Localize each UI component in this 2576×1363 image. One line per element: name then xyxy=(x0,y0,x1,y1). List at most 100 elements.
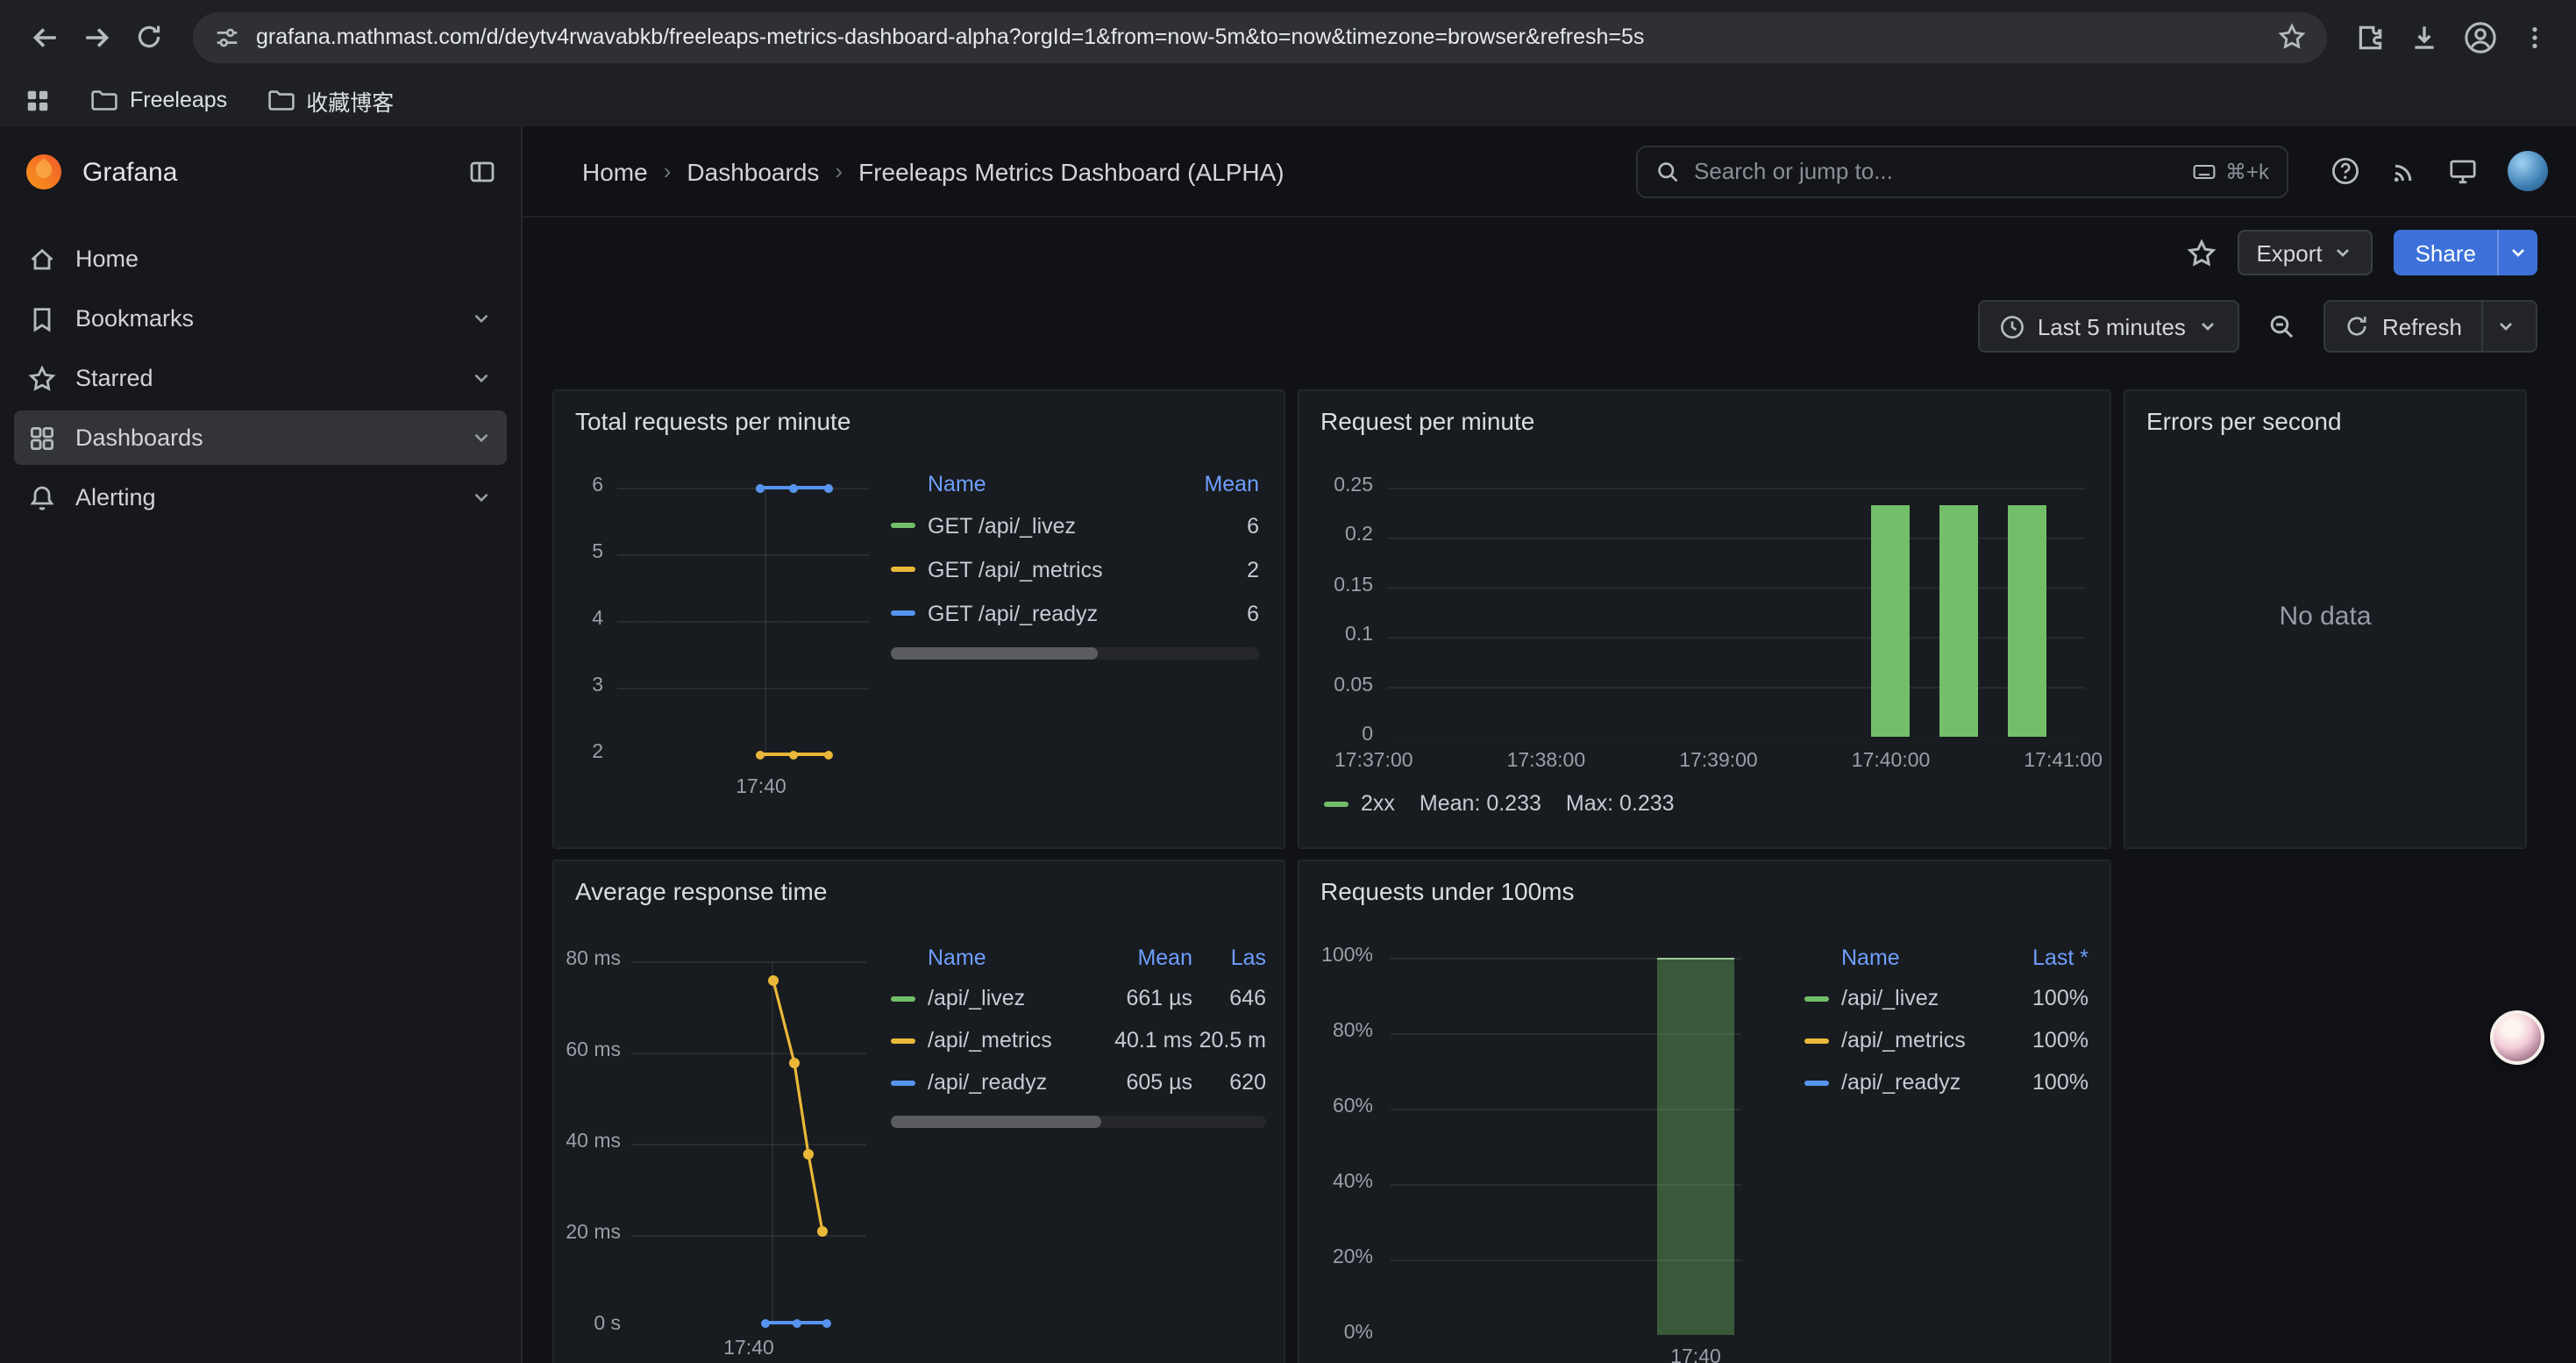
series-name[interactable]: /api/_readyz xyxy=(928,1070,1101,1095)
legend-row[interactable]: GET /api/_livez 6 xyxy=(891,503,1259,547)
time-range-picker[interactable]: Last 5 minutes xyxy=(1978,300,2240,353)
legend-name-header[interactable]: Name xyxy=(891,472,1168,496)
extensions-icon[interactable] xyxy=(2355,22,2385,52)
panel-title[interactable]: Requests under 100ms xyxy=(1299,861,2110,905)
chevron-down-icon xyxy=(2508,242,2529,263)
legend-row[interactable]: GET /api/_readyz 6 xyxy=(891,591,1259,635)
scrollbar-thumb[interactable] xyxy=(891,1116,1101,1128)
search-input[interactable]: Search or jump to... ⌘+k xyxy=(1636,145,2288,197)
legend-row[interactable]: /api/_readyz 605 µs 620 xyxy=(891,1061,1266,1103)
legend-row[interactable]: /api/_livez 661 µs 646 xyxy=(891,977,1266,1019)
x-tick: 17:40:00 xyxy=(1852,751,1931,772)
zoom-out-button[interactable] xyxy=(2258,302,2307,351)
sidebar-item-dashboards[interactable]: Dashboards xyxy=(14,410,507,465)
refresh-interval-caret[interactable] xyxy=(2481,302,2516,351)
sidebar-item-alerting[interactable]: Alerting xyxy=(14,470,507,525)
refresh-label: Refresh xyxy=(2382,313,2462,339)
reload-button[interactable] xyxy=(123,11,175,63)
monitor-icon[interactable] xyxy=(2448,156,2478,186)
profile-icon[interactable] xyxy=(2464,20,2497,54)
legend-mean-header[interactable]: Mean xyxy=(1168,472,1259,496)
series-name[interactable]: /api/_metrics xyxy=(928,1028,1101,1053)
series-mean: 6 xyxy=(1168,513,1259,538)
legend-scrollbar[interactable] xyxy=(891,647,1259,660)
sidebar-item-bookmarks[interactable]: Bookmarks xyxy=(14,291,507,346)
breadcrumb-dashboards[interactable]: Dashboards xyxy=(687,157,819,185)
rss-icon[interactable] xyxy=(2390,157,2418,185)
legend-row[interactable]: GET /api/_metrics 2 xyxy=(891,547,1259,591)
bar-plot xyxy=(1387,488,2085,737)
series-swatch xyxy=(891,1080,915,1085)
x-tick: 17:41:00 xyxy=(2024,751,2103,772)
panel-title[interactable]: Errors per second xyxy=(2125,391,2525,435)
favorite-star-icon[interactable] xyxy=(2186,238,2216,268)
refresh-button[interactable]: Refresh xyxy=(2324,300,2537,353)
download-icon[interactable] xyxy=(2409,22,2439,52)
legend-name-header[interactable]: Name xyxy=(1804,946,1997,970)
panel-title[interactable]: Request per minute xyxy=(1299,391,2110,435)
collapse-sidebar-icon[interactable] xyxy=(468,158,496,186)
legend-row[interactable]: 2xx xyxy=(1324,791,1395,816)
series-name[interactable]: GET /api/_livez xyxy=(928,513,1168,538)
series-name[interactable]: /api/_livez xyxy=(928,986,1101,1010)
share-main[interactable]: Share xyxy=(2395,230,2497,275)
series-swatch xyxy=(891,567,915,572)
y-tick: 0.1 xyxy=(1313,624,1373,646)
y-tick: 80% xyxy=(1313,1021,1373,1042)
series-mean: 2 xyxy=(1168,557,1259,582)
panel-title[interactable]: Average response time xyxy=(554,861,1284,905)
assistant-avatar[interactable] xyxy=(2490,1010,2544,1065)
legend-last-header[interactable]: Last * xyxy=(1997,946,2089,970)
chevron-down-icon[interactable] xyxy=(470,307,493,330)
series-name[interactable]: /api/_metrics xyxy=(1841,1028,1997,1053)
legend-row[interactable]: /api/_metrics 100% xyxy=(1804,1019,2089,1061)
legend-last-header[interactable]: Las xyxy=(1192,946,1266,970)
legend-scrollbar[interactable] xyxy=(891,1116,1266,1128)
y-tick: 80 ms xyxy=(561,949,621,970)
breadcrumb-home[interactable]: Home xyxy=(582,157,648,185)
grafana-logo-icon[interactable] xyxy=(25,153,63,191)
chevron-down-icon xyxy=(2495,316,2516,337)
bookmark-folder-freeleaps[interactable]: Freeleaps xyxy=(89,86,227,114)
back-button[interactable] xyxy=(18,11,70,63)
series-name[interactable]: 2xx xyxy=(1361,791,1395,816)
legend-name-header[interactable]: Name xyxy=(891,946,1101,970)
legend-row[interactable]: /api/_metrics 40.1 ms 20.5 m xyxy=(891,1019,1266,1061)
user-avatar[interactable] xyxy=(2508,151,2548,191)
legend-mean-header[interactable]: Mean xyxy=(1101,946,1192,970)
forward-icon xyxy=(82,22,111,52)
sidebar-item-starred[interactable]: Starred xyxy=(14,351,507,405)
series-name[interactable]: GET /api/_readyz xyxy=(928,601,1168,625)
series-last: 620 xyxy=(1192,1070,1266,1095)
chevron-down-icon[interactable] xyxy=(470,426,493,449)
share-caret[interactable] xyxy=(2497,230,2537,275)
panel-request-per-minute: Request per minute 0.25 0.2 0.15 0.1 0.0… xyxy=(1298,389,2111,849)
series-name[interactable]: /api/_livez xyxy=(1841,986,1997,1010)
sidebar-item-home[interactable]: Home xyxy=(14,232,507,286)
address-bar[interactable]: grafana.mathmast.com/d/deytv4rwavabkb/fr… xyxy=(193,11,2327,62)
series-name[interactable]: GET /api/_metrics xyxy=(928,557,1168,582)
legend-row[interactable]: /api/_readyz 100% xyxy=(1804,1061,2089,1103)
share-button[interactable]: Share xyxy=(2395,230,2537,275)
legend-header: Name Last * xyxy=(1804,938,2089,977)
bookmark-folder-blogs[interactable]: 收藏博客 xyxy=(266,83,394,117)
series-name[interactable]: /api/_readyz xyxy=(1841,1070,1997,1095)
panel-title[interactable]: Total requests per minute xyxy=(554,391,1284,435)
apps-grid-icon[interactable] xyxy=(25,87,51,113)
x-tick: 17:37:00 xyxy=(1334,751,1413,772)
y-tick: 3 xyxy=(552,675,603,696)
export-button[interactable]: Export xyxy=(2237,230,2373,275)
y-tick: 4 xyxy=(552,609,603,630)
forward-button[interactable] xyxy=(70,11,123,63)
chevron-down-icon[interactable] xyxy=(470,367,493,389)
site-settings-icon xyxy=(214,24,240,50)
legend-row[interactable]: /api/_livez 100% xyxy=(1804,977,2089,1019)
series-mean: 40.1 ms xyxy=(1101,1028,1192,1053)
chevron-down-icon[interactable] xyxy=(470,486,493,509)
bookmark-label: 收藏博客 xyxy=(306,83,394,117)
bookmark-star-icon[interactable] xyxy=(2278,23,2306,51)
help-icon[interactable] xyxy=(2330,156,2360,186)
scrollbar-thumb[interactable] xyxy=(891,647,1097,660)
menu-kebab-icon[interactable] xyxy=(2522,24,2548,50)
refresh-icon xyxy=(2345,314,2370,339)
